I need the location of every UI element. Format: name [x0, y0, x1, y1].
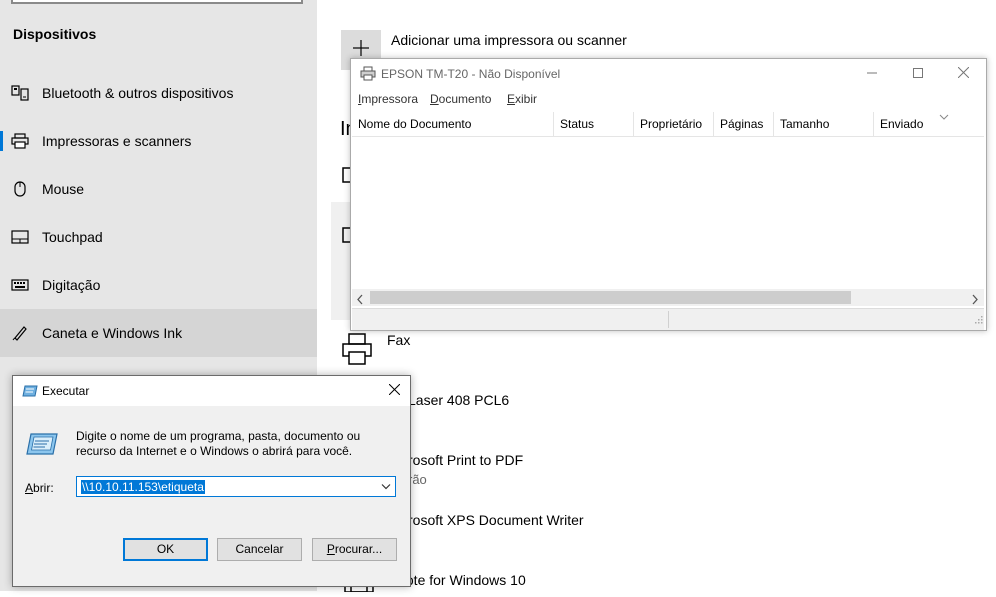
- sidebar-item-label: Caneta e Windows Ink: [42, 325, 183, 341]
- sidebar-item-label: Bluetooth & outros dispositivos: [42, 85, 234, 101]
- menu-accelerator: D: [430, 92, 439, 106]
- fax-printer-icon: [340, 332, 374, 369]
- touchpad-icon: [0, 230, 42, 244]
- sidebar-item-bluetooth[interactable]: Bluetooth & outros dispositivos: [0, 69, 317, 117]
- close-button[interactable]: [940, 59, 986, 89]
- run-dialog-title: Executar: [42, 384, 90, 398]
- sidebar-item-pen[interactable]: Caneta e Windows Ink: [0, 309, 317, 357]
- browse-button[interactable]: Procurar...: [312, 538, 397, 561]
- label-text: brir:: [33, 481, 54, 495]
- maximize-button[interactable]: [895, 59, 941, 89]
- sidebar-item-printers[interactable]: Impressoras e scanners: [0, 117, 317, 165]
- queue-window-title: EPSON TM-T20 - Não Disponível: [381, 67, 561, 81]
- printer-name: Laser 408 PCL6: [408, 392, 510, 408]
- column-pages[interactable]: Páginas: [714, 112, 774, 136]
- sidebar-item-label: Mouse: [42, 181, 85, 197]
- maximize-icon: [913, 65, 923, 83]
- column-document-name[interactable]: Nome do Documento: [352, 112, 554, 136]
- resize-grip-icon[interactable]: [973, 311, 983, 329]
- button-label: rocurar...: [334, 542, 383, 556]
- queue-statusbar: [352, 308, 984, 330]
- queue-titlebar[interactable]: EPSON TM-T20 - Não Disponível: [351, 59, 986, 89]
- minimize-button[interactable]: [849, 59, 895, 89]
- scrollbar-thumb[interactable]: [370, 291, 851, 304]
- close-button[interactable]: [378, 376, 410, 406]
- column-owner[interactable]: Proprietário: [634, 112, 714, 136]
- print-queue-window: EPSON TM-T20 - Não Disponível Impressora…: [350, 58, 987, 331]
- add-printer-label[interactable]: Adicionar uma impressora ou scanner: [391, 32, 627, 48]
- search-input[interactable]: [11, 0, 303, 4]
- sidebar-item-typing[interactable]: Digitação: [0, 261, 317, 309]
- column-status[interactable]: Status: [554, 112, 634, 136]
- button-accelerator: P: [326, 542, 335, 556]
- menu-accelerator: E: [507, 92, 516, 106]
- column-size[interactable]: Tamanho: [774, 112, 874, 136]
- label-accelerator: A: [25, 481, 34, 495]
- sidebar-item-touchpad[interactable]: Touchpad: [0, 213, 317, 261]
- minimize-icon: [867, 65, 877, 83]
- printer-small-icon: [360, 66, 376, 87]
- sidebar-item-mouse[interactable]: Mouse: [0, 165, 317, 213]
- sort-chevron-icon: [939, 110, 949, 124]
- printer-name: rosoft Print to PDF: [408, 452, 524, 468]
- mouse-icon: [0, 181, 42, 197]
- sidebar-item-label: Impressoras e scanners: [42, 133, 192, 149]
- menu-label: xibir: [515, 92, 538, 106]
- pen-icon: [0, 325, 42, 341]
- menu-view[interactable]: Exibir: [507, 92, 537, 106]
- open-input-value[interactable]: \\10.10.11.153\etiqueta: [81, 480, 205, 494]
- run-dialog: Executar Digite o nome de um programa, p…: [12, 375, 411, 587]
- open-combobox[interactable]: \\10.10.11.153\etiqueta: [76, 476, 396, 497]
- menu-document[interactable]: Documento: [430, 92, 491, 106]
- close-icon: [388, 382, 400, 400]
- printer-name: rosoft XPS Document Writer: [408, 512, 584, 528]
- run-small-icon: [22, 384, 38, 403]
- printer-name: Fax: [387, 332, 411, 348]
- keyboard-icon: [0, 279, 42, 291]
- run-description: Digite o nome de um programa, pasta, doc…: [76, 429, 361, 458]
- sidebar-item-label: Digitação: [42, 277, 101, 293]
- chevron-down-icon[interactable]: [378, 479, 393, 494]
- run-program-icon: [25, 431, 59, 462]
- printer-icon: [0, 133, 42, 149]
- status-separator: [668, 311, 669, 328]
- sidebar-item-label: Touchpad: [42, 229, 103, 245]
- close-icon: [957, 65, 969, 83]
- bluetooth-devices-icon: [0, 85, 42, 101]
- ok-button[interactable]: OK: [123, 538, 208, 561]
- horizontal-scrollbar[interactable]: [352, 289, 984, 306]
- run-titlebar[interactable]: Executar: [13, 376, 410, 406]
- column-submitted[interactable]: Enviado: [874, 112, 984, 136]
- queue-column-header: Nome do Documento Status Proprietário Pá…: [352, 112, 984, 137]
- menu-printer[interactable]: Impressora: [358, 92, 418, 106]
- menu-label: mpressora: [361, 92, 419, 106]
- queue-menubar: Impressora Documento Exibir: [351, 90, 986, 110]
- open-label: Abrir:: [25, 481, 54, 495]
- cancel-button[interactable]: Cancelar: [217, 538, 302, 561]
- sidebar-section-title: Dispositivos: [13, 26, 97, 42]
- menu-label: ocumento: [438, 92, 492, 106]
